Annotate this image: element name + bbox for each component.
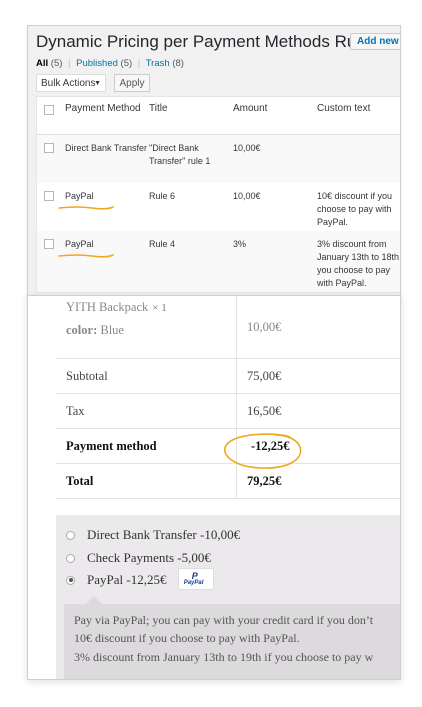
filter-trash[interactable]: Trash xyxy=(146,58,170,69)
row-custom-text xyxy=(317,135,400,142)
filter-published-count: (5) xyxy=(120,58,133,69)
apply-button[interactable]: Apply xyxy=(114,74,150,92)
payment-option-bacs[interactable]: Direct Bank Transfer -10,00€ xyxy=(66,527,240,543)
highlight-underline xyxy=(58,205,114,210)
table-row: PayPal Rule 4 3% 3% discount from Januar… xyxy=(36,230,401,293)
radio-button[interactable] xyxy=(66,530,75,540)
row-checkbox[interactable] xyxy=(44,238,54,249)
table-header-row: Payment Method Title Amount Custom text xyxy=(36,97,400,135)
order-item-row: YITH Backpack × 1 color: Blue 10,00€ xyxy=(56,296,400,359)
bulk-actions-select[interactable]: Bulk Actions ▼ xyxy=(36,74,106,92)
row-amount: 10,00€ xyxy=(233,143,261,153)
row-custom-text: 3% discount from January 13th to 18th if… xyxy=(317,238,401,288)
row-custom-text: 10€ discount if you choose to pay with P… xyxy=(317,190,393,227)
product-price: 10,00€ xyxy=(236,296,400,359)
row-title[interactable]: Rule 6 xyxy=(149,183,233,203)
total-label: Total xyxy=(56,463,237,499)
product-cell: YITH Backpack × 1 color: Blue xyxy=(56,296,237,359)
paypal-logo-text: PayPal xyxy=(183,580,204,586)
payment-option-paypal[interactable]: PayPal -12,25€ P PayPal xyxy=(66,568,214,592)
description-pointer xyxy=(86,596,102,604)
product-variation: color: Blue xyxy=(66,323,236,338)
row-method-cell: PayPal xyxy=(58,231,149,258)
tax-value: 16,50€ xyxy=(236,393,400,429)
description-line: Pay via PayPal; you can pay with your cr… xyxy=(74,613,374,627)
payment-description-box: Pay via PayPal; you can pay with your cr… xyxy=(64,596,400,679)
radio-button-selected[interactable] xyxy=(66,575,75,585)
payment-option-label: Direct Bank Transfer -10,00€ xyxy=(87,527,241,542)
tax-label: Tax xyxy=(56,393,237,429)
paypal-logo-icon: P PayPal xyxy=(177,568,214,590)
tax-row: Tax 16,50€ xyxy=(56,393,400,429)
description-line: 3% discount from January 13th to 19th if… xyxy=(74,650,374,664)
payment-option-label: PayPal -12,25€ xyxy=(87,571,167,587)
table-row: Direct Bank Transfer "Direct Bank Transf… xyxy=(36,134,400,183)
variation-label: color: xyxy=(66,323,98,337)
filter-separator: | xyxy=(137,58,141,69)
row-method[interactable]: Direct Bank Transfer xyxy=(65,135,149,155)
table-row: PayPal Rule 6 10,00€ 10€ discount if you… xyxy=(36,182,400,231)
chevron-down-icon: ▼ xyxy=(94,80,101,87)
payment-option-cheque[interactable]: Check Payments -5,00€ xyxy=(66,550,211,566)
payment-option-label: Check Payments -5,00€ xyxy=(87,550,211,565)
row-title[interactable]: Rule 4 xyxy=(149,231,233,251)
column-header-payment-method[interactable]: Payment Method xyxy=(65,97,149,115)
product-name: YITH Backpack xyxy=(66,300,149,314)
rules-table: Payment Method Title Amount Custom text … xyxy=(36,96,401,293)
add-new-button[interactable]: Add new xyxy=(350,33,400,50)
column-header-amount[interactable]: Amount xyxy=(233,97,317,115)
select-all-checkbox[interactable] xyxy=(44,105,54,115)
payment-methods-box: Direct Bank Transfer -10,00€ Check Payme… xyxy=(56,515,400,679)
subtotal-value: 75,00€ xyxy=(236,358,400,394)
highlight-underline xyxy=(58,253,114,258)
subtotal-row: Subtotal 75,00€ xyxy=(56,358,400,394)
radio-button[interactable] xyxy=(66,553,75,563)
filter-trash-count: (8) xyxy=(172,58,184,69)
row-method[interactable]: PayPal xyxy=(65,239,94,249)
row-method-cell: PayPal xyxy=(58,183,149,210)
payment-method-label: Payment method xyxy=(56,428,237,464)
highlight-circle xyxy=(224,433,302,469)
filter-separator: | xyxy=(68,58,71,69)
product-quantity: × 1 xyxy=(152,302,167,314)
row-amount: 3% xyxy=(233,238,247,249)
page-title: Dynamic Pricing per Payment Methods Rule… xyxy=(36,32,379,51)
product-line: YITH Backpack × 1 xyxy=(66,300,236,315)
filter-all-count: (5) xyxy=(50,58,63,69)
description-line: 10€ discount if you choose to pay with P… xyxy=(74,631,300,645)
filter-all[interactable]: All xyxy=(36,58,48,69)
row-amount: 10,00€ xyxy=(233,190,261,201)
checkout-panel: YITH Backpack × 1 color: Blue 10,00€ Subt… xyxy=(27,295,401,680)
row-checkbox[interactable] xyxy=(44,143,54,153)
status-filters: All (5) | Published (5) | Trash (8) xyxy=(36,58,184,69)
filter-published[interactable]: Published xyxy=(76,58,118,69)
subtotal-label: Subtotal xyxy=(56,358,237,394)
row-title[interactable]: "Direct Bank Transfer" rule 1 xyxy=(149,135,233,168)
row-checkbox[interactable] xyxy=(44,190,54,201)
variation-value: Blue xyxy=(100,323,124,337)
bulk-actions-label: Bulk Actions xyxy=(41,78,96,89)
column-header-custom-text: Custom text xyxy=(317,103,371,114)
admin-panel: Dynamic Pricing per Payment Methods Rule… xyxy=(27,25,401,303)
column-header-title[interactable]: Title xyxy=(149,97,233,115)
row-method[interactable]: PayPal xyxy=(65,191,94,201)
